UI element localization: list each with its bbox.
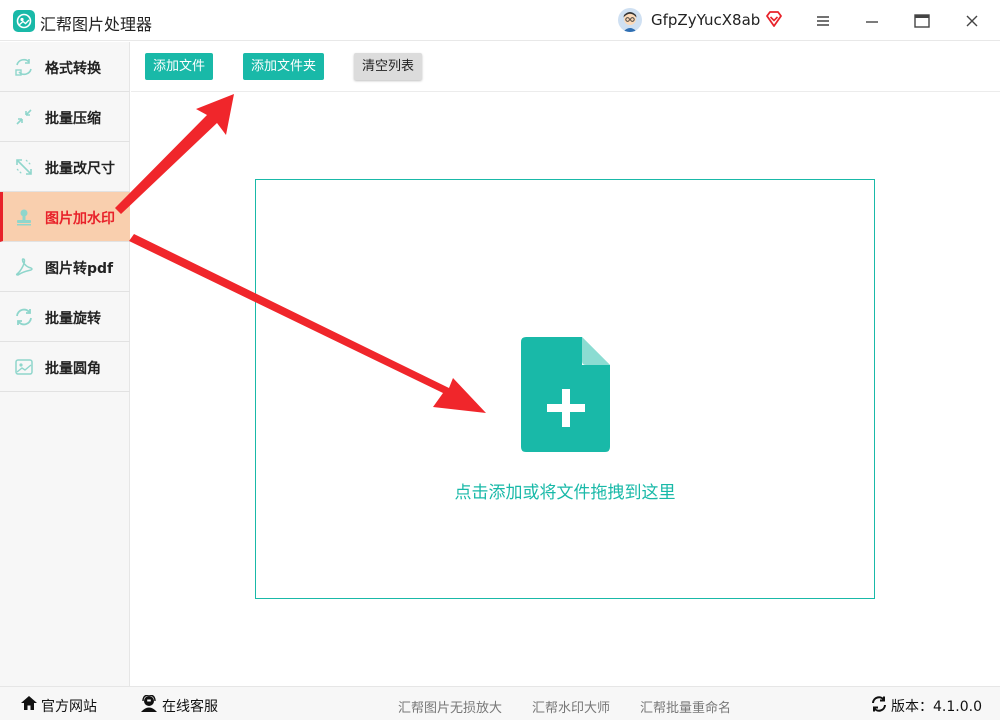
version-label: 版本：4.1.0.0	[891, 699, 982, 715]
refresh-icon[interactable]	[871, 696, 887, 716]
minimize-icon[interactable]	[859, 8, 885, 34]
pdf-icon	[14, 257, 34, 277]
home-icon[interactable]	[20, 695, 38, 715]
sidebar-item-label: 批量改尺寸	[45, 161, 115, 177]
sidebar-item-label: 批量旋转	[45, 311, 101, 327]
footer-link-batch-rename[interactable]: 汇帮批量重命名	[640, 697, 731, 716]
rotate-icon	[14, 307, 34, 327]
rounded-corner-icon	[14, 357, 34, 377]
maximize-icon[interactable]	[909, 8, 935, 34]
sidebar-item-label: 图片加水印	[45, 211, 115, 227]
clear-list-button[interactable]: 清空列表	[354, 53, 423, 80]
toolbar: 添加文件 添加文件夹 清空列表	[131, 42, 1000, 92]
watermark-icon	[14, 207, 34, 227]
sidebar-item-label: 图片转pdf	[45, 261, 114, 277]
menu-icon[interactable]	[810, 8, 836, 34]
app-title: 汇帮图片处理器	[40, 15, 153, 34]
drop-hint-text: 点击添加或将文件拖拽到这里	[454, 483, 676, 503]
footer-bar: 官方网站 在线客服 汇帮图片无损放大 汇帮水印大师 汇帮批量重命名 版本：4.1…	[0, 686, 1000, 720]
resize-icon	[14, 157, 34, 177]
sidebar-item-format-convert[interactable]: 格式转换	[0, 42, 130, 92]
app-logo-icon	[13, 10, 35, 32]
add-file-icon[interactable]	[520, 337, 612, 457]
footer-link-upscale[interactable]: 汇帮图片无损放大	[398, 697, 502, 716]
sidebar-item-pdf[interactable]: 图片转pdf	[0, 242, 130, 292]
compress-icon	[14, 107, 34, 127]
arrow-to-add-file	[115, 94, 234, 214]
add-file-button[interactable]: 添加文件	[145, 53, 214, 80]
online-support-link[interactable]: 在线客服	[162, 696, 218, 716]
format-convert-icon	[14, 57, 34, 77]
user-avatar[interactable]	[618, 8, 642, 32]
vip-diamond-icon[interactable]	[765, 10, 783, 32]
official-website-link[interactable]: 官方网站	[41, 696, 97, 716]
close-icon[interactable]	[959, 8, 985, 34]
sidebar: 格式转换 批量压缩 批量改尺寸 图片加水印 图片转pdf 批量旋转 批量圆角	[0, 42, 130, 686]
username[interactable]: GfpZyYucX8ab	[651, 11, 760, 29]
sidebar-item-label: 批量圆角	[45, 361, 101, 377]
title-bar: 汇帮图片处理器 GfpZyYucX8ab	[0, 0, 1000, 41]
sidebar-item-label: 批量压缩	[45, 111, 101, 127]
sidebar-item-label: 格式转换	[45, 61, 101, 77]
customer-service-icon[interactable]	[140, 694, 158, 716]
sidebar-item-compress[interactable]: 批量压缩	[0, 92, 130, 142]
file-drop-zone[interactable]: 点击添加或将文件拖拽到这里	[255, 179, 875, 599]
sidebar-item-watermark[interactable]: 图片加水印	[0, 192, 130, 242]
add-folder-button[interactable]: 添加文件夹	[243, 53, 325, 80]
sidebar-item-rotate[interactable]: 批量旋转	[0, 292, 130, 342]
sidebar-item-resize[interactable]: 批量改尺寸	[0, 142, 130, 192]
sidebar-item-rounded-corner[interactable]: 批量圆角	[0, 342, 130, 392]
footer-link-watermark-master[interactable]: 汇帮水印大师	[532, 697, 610, 716]
